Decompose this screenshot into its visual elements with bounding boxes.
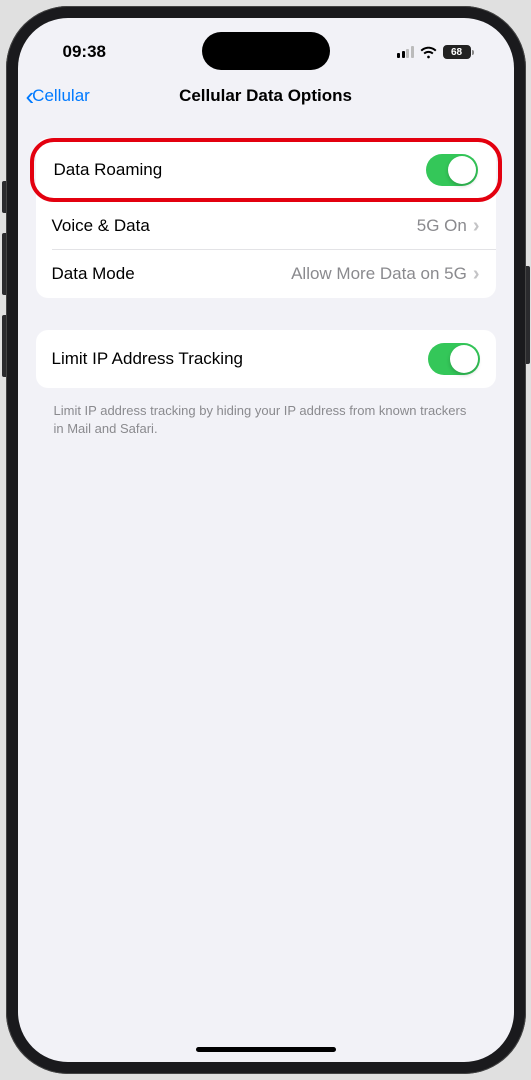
page-title: Cellular Data Options	[30, 86, 502, 106]
toggle-knob	[450, 345, 478, 373]
power-button[interactable]	[526, 266, 530, 364]
dynamic-island	[202, 32, 330, 70]
content-area: Data Roaming Voice & Data 5G On › Data M…	[18, 120, 514, 437]
volume-down[interactable]	[2, 315, 6, 377]
phone-frame: 09:38 68	[6, 6, 526, 1074]
row-limit-ip-tracking[interactable]: Limit IP Address Tracking	[36, 330, 496, 388]
status-indicators: 68	[397, 45, 474, 59]
row-data-roaming[interactable]: Data Roaming	[30, 138, 502, 202]
back-button[interactable]: ‹ Cellular	[26, 83, 90, 109]
row-value: Allow More Data on 5G	[291, 264, 467, 284]
row-label: Data Mode	[52, 264, 292, 284]
row-data-mode[interactable]: Data Mode Allow More Data on 5G ›	[36, 250, 496, 298]
side-buttons-left	[2, 181, 6, 397]
row-voice-data[interactable]: Voice & Data 5G On ›	[36, 202, 496, 250]
battery-percentage: 68	[451, 47, 462, 58]
home-indicator[interactable]	[196, 1047, 336, 1052]
group-footer-text: Limit IP address tracking by hiding your…	[36, 394, 496, 437]
mute-switch[interactable]	[2, 181, 6, 213]
battery-indicator: 68	[443, 45, 474, 59]
row-label: Limit IP Address Tracking	[52, 349, 428, 369]
back-label: Cellular	[32, 86, 90, 106]
wifi-icon	[420, 46, 437, 59]
phone-screen: 09:38 68	[18, 18, 514, 1062]
navigation-bar: ‹ Cellular Cellular Data Options	[18, 76, 514, 120]
status-time: 09:38	[63, 42, 106, 62]
limit-ip-tracking-toggle[interactable]	[428, 343, 480, 375]
chevron-right-icon: ›	[473, 264, 480, 284]
toggle-knob	[448, 156, 476, 184]
settings-group-1: Data Roaming Voice & Data 5G On › Data M…	[36, 138, 496, 298]
row-label: Data Roaming	[54, 160, 426, 180]
volume-up[interactable]	[2, 233, 6, 295]
data-roaming-toggle[interactable]	[426, 154, 478, 186]
cellular-signal-icon	[397, 46, 414, 58]
row-label: Voice & Data	[52, 216, 417, 236]
row-value: 5G On	[417, 216, 467, 236]
settings-group-2: Limit IP Address Tracking	[36, 330, 496, 388]
chevron-right-icon: ›	[473, 216, 480, 236]
